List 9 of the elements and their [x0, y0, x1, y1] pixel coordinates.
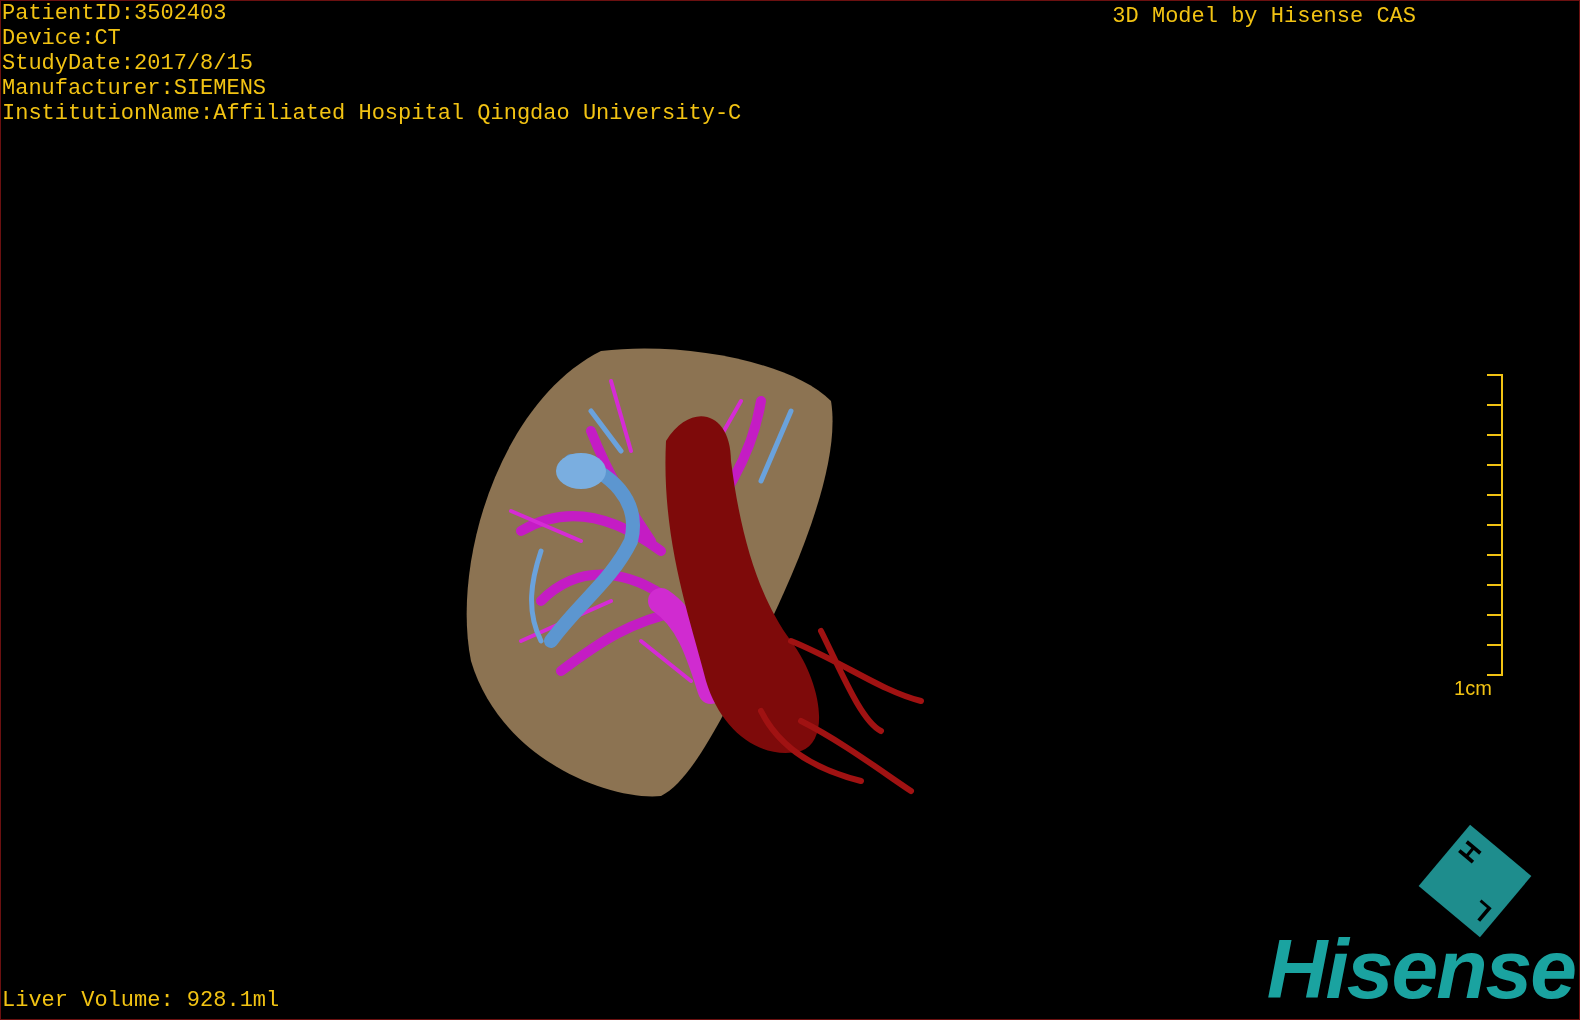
scale-label: 1cm: [1454, 677, 1492, 699]
study-info-text: Device:CT: [2, 26, 122, 51]
study-info-text: PatientID:3502403: [2, 1, 228, 26]
study-info-text: Manufacturer:SIEMENS: [2, 76, 268, 101]
liver-volume-text: Liver Volume: 928.1ml: [1, 988, 280, 1013]
study-info-text: InstitutionName:Affiliated Hospital Qingdao University-C: [2, 101, 742, 126]
viewer-title: 3D Model by Hisense CAS: [1112, 4, 1416, 29]
orientation-cube[interactable]: H L: [1418, 824, 1532, 938]
study-info-text: StudyDate:2017/8/15: [2, 51, 254, 76]
